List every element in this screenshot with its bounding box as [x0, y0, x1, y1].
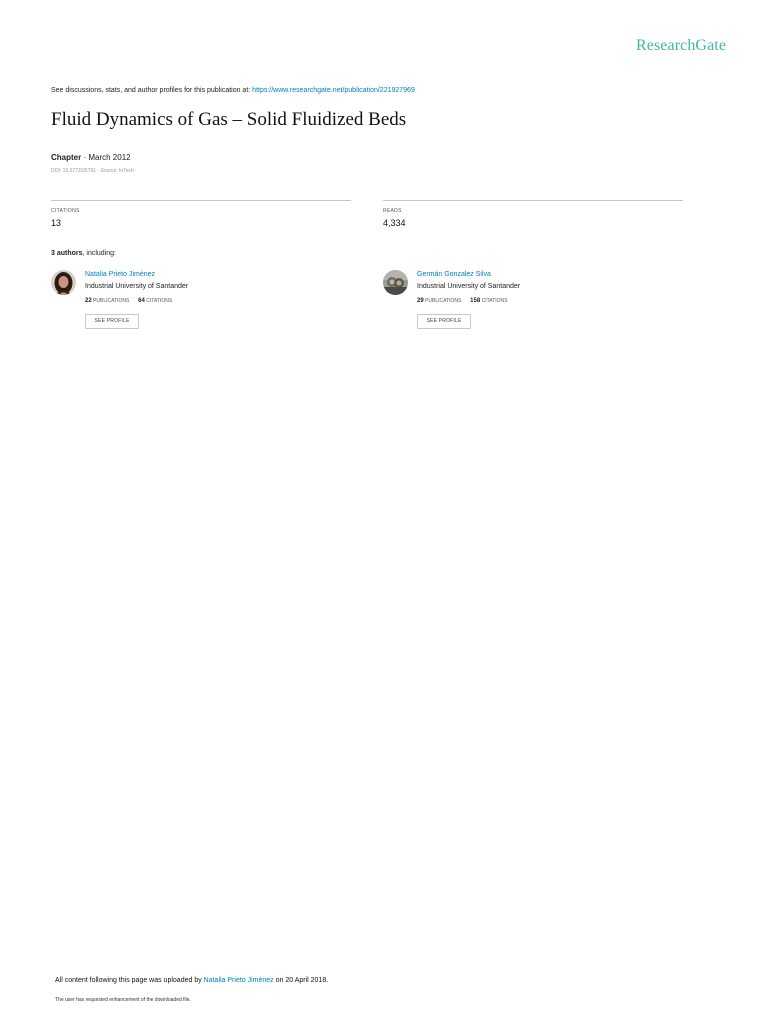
reads-value: 4,334 — [383, 218, 406, 228]
author-citations-label: CITATIONS — [481, 298, 508, 304]
upload-prefix: All content following this page was uplo… — [55, 977, 204, 984]
author-avatar[interactable] — [383, 270, 408, 295]
author-citations-label: CITATIONS — [146, 298, 173, 304]
author-institution: Industrial University of Santander — [85, 283, 189, 290]
author-citations-count: 158 — [470, 298, 481, 304]
see-profile-button[interactable]: SEE PROFILE — [417, 314, 471, 329]
citations-value: 13 — [51, 218, 62, 228]
enhancement-request-note: The user has requested enhancement of th… — [55, 997, 191, 1003]
publications-count: 29 — [417, 298, 424, 304]
author-card: Natalia Prieto Jiménez Industrial Univer… — [51, 270, 351, 334]
author-name-link[interactable]: Germán Gonzalez Silva — [417, 271, 491, 278]
citations-label: CITATIONS — [51, 208, 80, 214]
reads-stat: READS 4,334 — [383, 200, 683, 228]
authors-header: 3 authors, including: — [51, 250, 116, 257]
discussion-prefix: See discussions, stats, and author profi… — [51, 87, 253, 94]
doi-source-line: DOI: 10.5772/25791 · Source: InTech — [51, 168, 134, 174]
author-card: Germán Gonzalez Silva Industrial Univers… — [383, 270, 683, 334]
author-avatar[interactable] — [51, 270, 76, 295]
citations-stat: CITATIONS 13 — [51, 200, 351, 228]
author-stats: 29 PUBLICATIONS 158 CITATIONS — [417, 298, 508, 304]
publication-date: March 2012 — [88, 153, 131, 162]
publications-count: 22 — [85, 298, 92, 304]
publication-url-link[interactable]: https://www.researchgate.net/publication… — [252, 87, 415, 94]
upload-suffix: on 20 April 2018. — [273, 977, 329, 984]
researchgate-logo[interactable]: ResearchGate — [636, 37, 726, 55]
publications-label: PUBLICATIONS — [425, 298, 462, 304]
author-institution: Industrial University of Santander — [417, 283, 521, 290]
publications-label: PUBLICATIONS — [93, 298, 130, 304]
see-profile-button[interactable]: SEE PROFILE — [85, 314, 139, 329]
authors-suffix: , including: — [82, 250, 116, 257]
author-citations-count: 64 — [138, 298, 145, 304]
author-stats: 22 PUBLICATIONS 64 CITATIONS — [85, 298, 172, 304]
reads-label: READS — [383, 208, 402, 214]
authors-count: 3 authors — [51, 250, 83, 257]
discussion-line: See discussions, stats, and author profi… — [51, 87, 415, 94]
publication-type: Chapter — [51, 153, 82, 162]
publication-meta: Chapter · March 2012 — [51, 153, 131, 162]
author-name-link[interactable]: Natalia Prieto Jiménez — [85, 271, 155, 278]
upload-notice: All content following this page was uplo… — [55, 977, 328, 984]
uploader-link[interactable]: Natalia Prieto Jiménez — [204, 977, 274, 984]
publication-title: Fluid Dynamics of Gas – Solid Fluidized … — [51, 109, 407, 130]
